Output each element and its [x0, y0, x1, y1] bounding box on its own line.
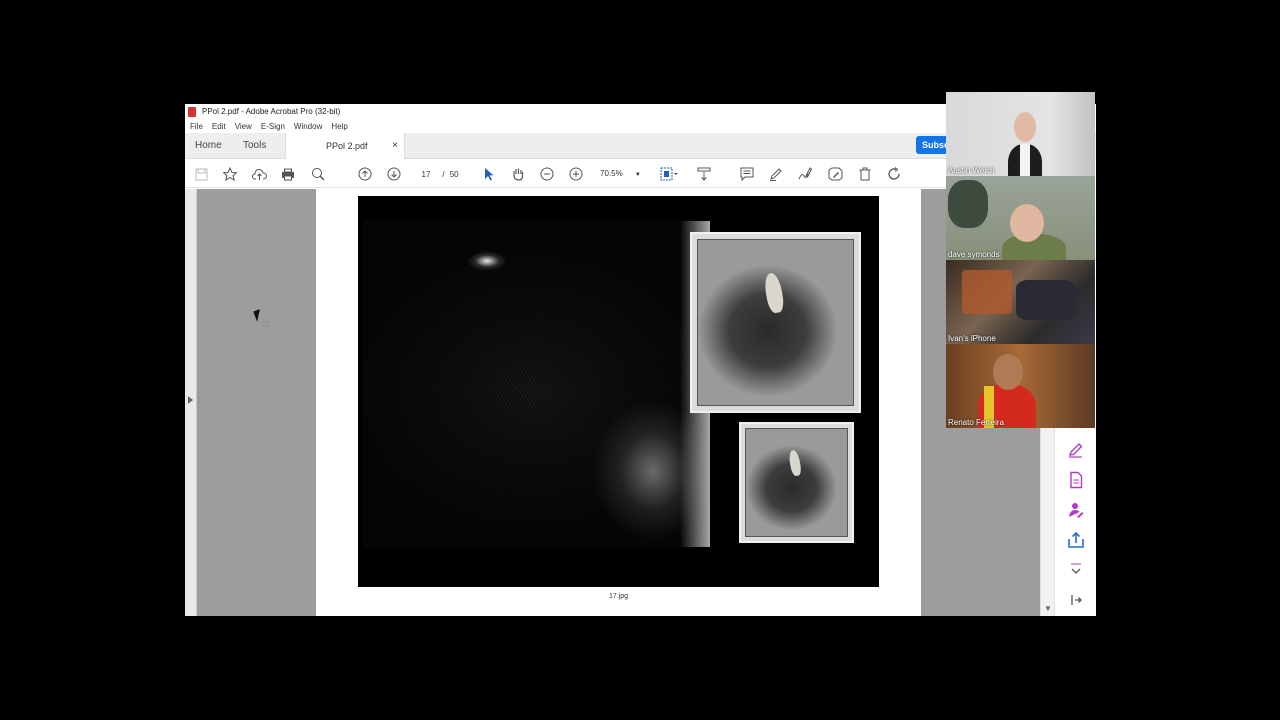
- hand-tool-icon[interactable]: [510, 160, 526, 188]
- menu-window[interactable]: Window: [294, 122, 322, 131]
- page-number-input[interactable]: 17: [415, 160, 437, 190]
- save-icon[interactable]: [193, 160, 209, 188]
- star-icon[interactable]: [222, 160, 238, 188]
- search-zoom-icon[interactable]: [310, 160, 326, 188]
- zoom-out-icon[interactable]: [539, 160, 555, 188]
- participant-face: [1010, 204, 1044, 242]
- horn-shape-small: [788, 449, 803, 477]
- request-signature-icon[interactable]: [1067, 501, 1085, 519]
- fill-sign-icon[interactable]: [1067, 441, 1085, 459]
- participant-name: Ivan's iPhone: [948, 334, 996, 343]
- video-gallery: Austin Welch dave symonds Ivan's iPhone …: [946, 92, 1095, 428]
- menu-view[interactable]: View: [235, 122, 252, 131]
- edit-pdf-icon[interactable]: [827, 160, 843, 188]
- page-total: 50: [449, 170, 459, 179]
- dark-shape: [1016, 280, 1076, 320]
- comment-icon[interactable]: [739, 160, 755, 188]
- shirt-collar: [1020, 144, 1030, 176]
- scroll-mode-icon[interactable]: [696, 160, 712, 188]
- bison-portrait-large-photo: [697, 239, 854, 406]
- painting-shape: [962, 270, 1012, 314]
- participant-face: [993, 354, 1023, 390]
- window-title: PPol 2.pdf - Adobe Acrobat Pro (32-bit): [202, 107, 341, 116]
- image-caption: 17.jpg: [608, 593, 629, 600]
- more-tools-chevron-icon[interactable]: [1067, 561, 1085, 579]
- previous-page-icon[interactable]: [357, 160, 373, 188]
- close-tab-icon[interactable]: ×: [392, 133, 398, 159]
- rotate-icon[interactable]: [886, 160, 902, 188]
- print-icon[interactable]: [280, 160, 296, 188]
- tab-tools[interactable]: Tools: [243, 133, 266, 159]
- pdf-icon: [188, 106, 196, 117]
- video-tile[interactable]: Renato Ferreira: [946, 344, 1095, 428]
- sign-icon[interactable]: [797, 160, 813, 188]
- zoom-value: 70.5%: [600, 169, 623, 178]
- bison-closeup-image: [363, 221, 710, 547]
- menu-file[interactable]: File: [190, 122, 203, 131]
- zoom-dropdown[interactable]: 70.5% ▼: [600, 160, 641, 188]
- upload-cloud-icon[interactable]: [251, 160, 267, 188]
- expand-arrow-icon: [188, 396, 193, 404]
- video-tile[interactable]: Austin Welch: [946, 92, 1095, 176]
- zoom-in-icon[interactable]: [568, 160, 584, 188]
- bison-portrait-small-photo: [745, 428, 848, 537]
- select-tool-icon[interactable]: [481, 160, 497, 188]
- menu-help[interactable]: Help: [331, 122, 347, 131]
- chevron-down-icon: ▼: [634, 172, 641, 178]
- wall-sculpture: [948, 180, 988, 228]
- participant-name: dave symonds: [948, 250, 1000, 259]
- participant-name: Austin Welch: [948, 166, 995, 175]
- bison-portrait-large: [690, 232, 861, 413]
- menu-e-sign[interactable]: E-Sign: [261, 122, 285, 131]
- slide-image: [358, 196, 879, 587]
- collapse-pane-icon[interactable]: [1067, 591, 1085, 609]
- tab-home[interactable]: Home: [195, 133, 222, 159]
- page-indicator: 17 / 50: [415, 160, 459, 188]
- page-margin-left: [197, 189, 316, 616]
- scroll-down-icon[interactable]: ▼: [1044, 604, 1052, 613]
- left-panel-toggle[interactable]: [185, 189, 197, 616]
- export-pdf-icon[interactable]: [1067, 471, 1085, 489]
- next-page-icon[interactable]: [386, 160, 402, 188]
- cursor-badge-icon: ⬚: [263, 321, 270, 328]
- video-tile[interactable]: Ivan's iPhone: [946, 260, 1095, 344]
- fit-page-icon[interactable]: [659, 160, 679, 188]
- highlight-pen-icon[interactable]: [768, 160, 784, 188]
- tab-document-label: PPol 2.pdf: [326, 141, 368, 151]
- delete-icon[interactable]: [857, 160, 873, 188]
- share-icon[interactable]: [1067, 531, 1085, 549]
- video-tile[interactable]: dave symonds: [946, 176, 1095, 260]
- tab-document[interactable]: PPol 2.pdf ×: [285, 133, 405, 159]
- horn-shape: [762, 271, 786, 314]
- participant-name: Renato Ferreira: [948, 418, 1005, 427]
- menu-edit[interactable]: Edit: [212, 122, 226, 131]
- page-separator: /: [442, 170, 445, 179]
- bison-portrait-small: [739, 422, 854, 543]
- participant-face: [1014, 112, 1036, 142]
- pdf-page[interactable]: 17.jpg: [316, 189, 921, 616]
